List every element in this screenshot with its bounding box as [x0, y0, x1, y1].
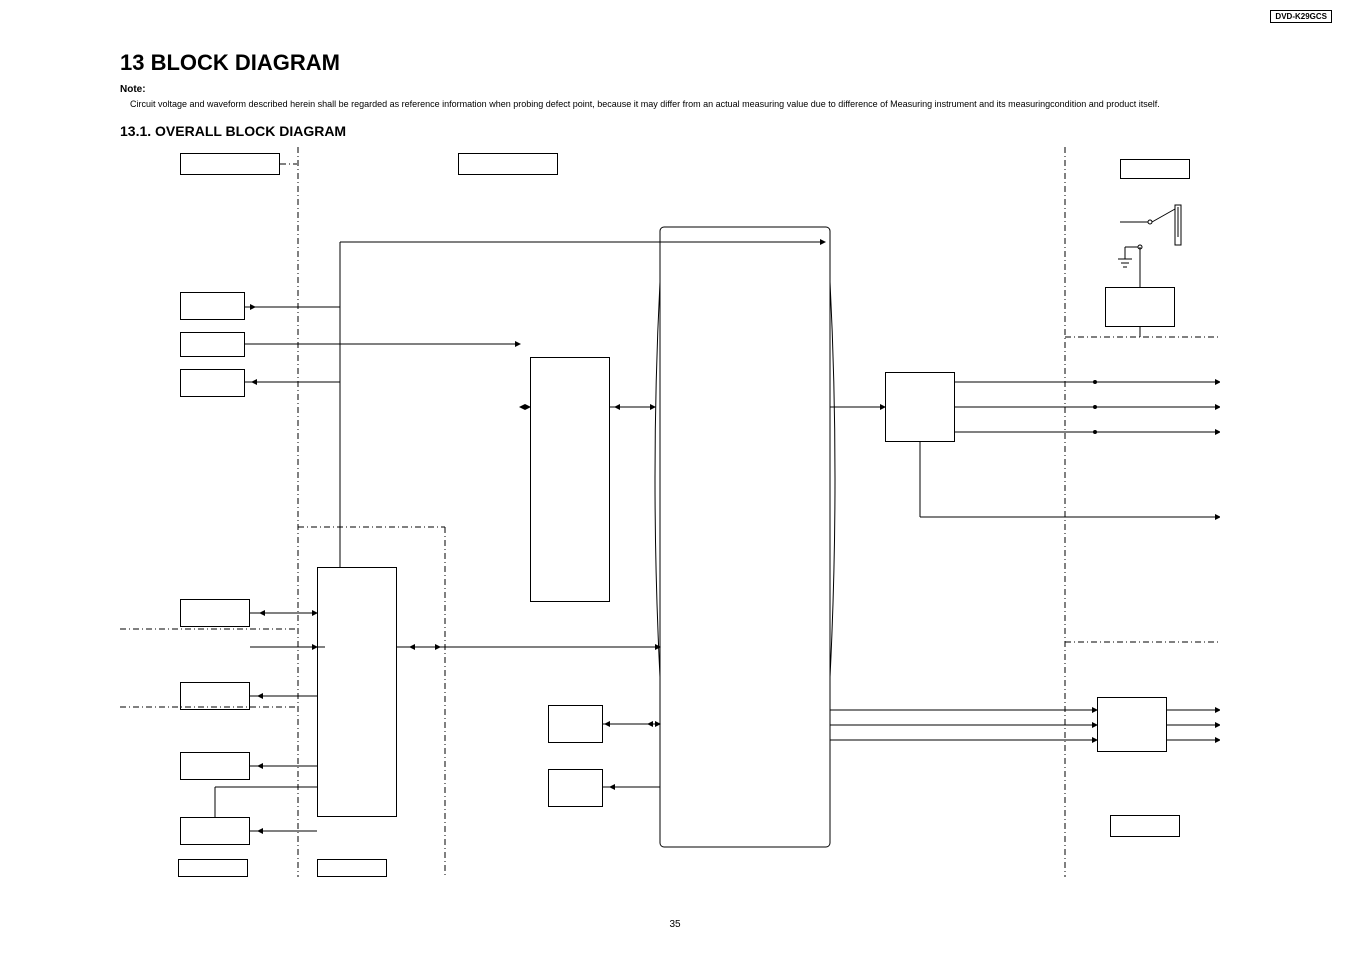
main-heading: 13 BLOCK DIAGRAM: [120, 50, 1235, 76]
block-diagram: [120, 147, 1220, 877]
page-number: 35: [669, 919, 680, 930]
note-text: Circuit voltage and waveform described h…: [130, 99, 1235, 109]
sub-heading: 13.1. OVERALL BLOCK DIAGRAM: [120, 123, 1235, 139]
model-label: DVD-K29GCS: [1270, 10, 1332, 23]
page-content: 13 BLOCK DIAGRAM Note: Circuit voltage a…: [0, 0, 1350, 877]
note-label: Note:: [120, 84, 1235, 95]
diagram-wires: [120, 147, 1220, 877]
